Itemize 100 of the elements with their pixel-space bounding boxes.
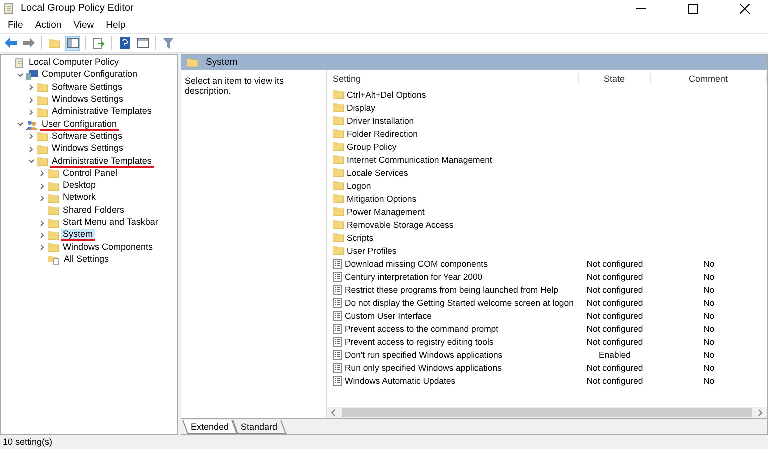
setting-name[interactable]: Restrict these programs from being launched from Help bbox=[345, 284, 558, 294]
view-tab[interactable]: Extended bbox=[182, 420, 238, 434]
setting-name[interactable]: Power Management bbox=[347, 206, 425, 216]
comment-cell: No bbox=[703, 362, 715, 372]
setting-name[interactable]: Ctrl+Alt+Del Options bbox=[347, 90, 426, 100]
settings-icon bbox=[48, 254, 60, 265]
folder-icon bbox=[48, 169, 59, 178]
setting-name[interactable]: Mitigation Options bbox=[347, 194, 417, 204]
setting-name[interactable]: Century interpretation for Year 2000 bbox=[345, 272, 483, 282]
export-button[interactable] bbox=[91, 36, 106, 50]
setting-name[interactable]: Locale Services bbox=[347, 168, 408, 178]
comment-cell: No bbox=[703, 350, 715, 360]
menu-item[interactable]: Help bbox=[100, 20, 132, 30]
tree-item[interactable]: Windows Settings bbox=[50, 94, 126, 106]
expand-chevron-icon[interactable] bbox=[39, 220, 46, 226]
setting-name[interactable]: Display bbox=[347, 102, 376, 112]
menu-item[interactable]: View bbox=[68, 20, 100, 30]
collapse-chevron-icon[interactable] bbox=[17, 72, 24, 79]
horizontal-scrollbar[interactable] bbox=[327, 407, 767, 418]
setting-name[interactable]: Scripts bbox=[347, 232, 374, 242]
expand-chevron-icon[interactable] bbox=[39, 244, 46, 252]
tree-item[interactable]: All Settings bbox=[62, 254, 112, 266]
setting-name[interactable]: Group Policy bbox=[347, 142, 397, 152]
setting-name[interactable]: Windows Automatic Updates bbox=[345, 376, 456, 386]
tree-item[interactable]: Network bbox=[61, 192, 98, 204]
expand-chevron-icon[interactable] bbox=[28, 146, 35, 153]
setting-name[interactable]: Don't run specified Windows applications bbox=[345, 350, 503, 360]
help-button[interactable] bbox=[117, 36, 132, 50]
tree-item[interactable]: Administrative Templates bbox=[50, 156, 154, 168]
expand-chevron-icon[interactable] bbox=[39, 170, 46, 178]
setting-name[interactable]: User Profiles bbox=[347, 246, 397, 256]
expand-chevron-icon[interactable] bbox=[28, 96, 35, 104]
tree-item[interactable]: Administrative Templates bbox=[50, 106, 154, 118]
setting-icon bbox=[333, 310, 342, 320]
pane-title: System bbox=[206, 57, 238, 68]
column-header[interactable]: Comment bbox=[651, 74, 767, 84]
setting-name[interactable]: Folder Redirection bbox=[347, 128, 418, 138]
comment-cell: No bbox=[703, 376, 715, 386]
setting-icon bbox=[333, 258, 342, 268]
folder-icon bbox=[37, 157, 48, 166]
folder-icon bbox=[48, 182, 59, 191]
folder-icon bbox=[333, 181, 344, 190]
tree-item[interactable]: Computer Configuration bbox=[40, 69, 140, 82]
folder-icon bbox=[333, 142, 344, 151]
filter-button[interactable] bbox=[161, 36, 176, 50]
setting-name[interactable]: Do not display the Getting Started welcome screen at logon bbox=[345, 298, 574, 308]
setting-name[interactable]: Driver Installation bbox=[347, 116, 414, 126]
maximize-icon bbox=[688, 4, 698, 14]
setting-icon bbox=[333, 284, 342, 294]
scroll-left-icon[interactable] bbox=[330, 408, 336, 416]
comment-cell: No bbox=[703, 284, 715, 294]
expand-chevron-icon[interactable] bbox=[39, 194, 46, 202]
collapse-chevron-icon[interactable] bbox=[17, 121, 24, 128]
tree-item[interactable]: Shared Folders bbox=[61, 204, 127, 217]
expand-chevron-icon[interactable] bbox=[39, 232, 46, 239]
view-tab[interactable]: Standard bbox=[232, 420, 286, 434]
state-cell: Not configured bbox=[586, 284, 644, 294]
setting-name[interactable]: Run only specified Windows applications bbox=[345, 362, 502, 372]
state-cell: Enabled bbox=[599, 350, 631, 360]
folder-icon bbox=[333, 155, 344, 164]
tree-item[interactable]: Local Computer Policy bbox=[27, 57, 122, 70]
setting-icon bbox=[333, 362, 342, 372]
tree-item[interactable]: Windows Settings bbox=[50, 143, 126, 156]
setting-name[interactable]: Download missing COM components bbox=[345, 258, 488, 268]
tree-item[interactable]: Windows Components bbox=[61, 242, 156, 254]
tree-item[interactable]: User Configuration bbox=[40, 118, 120, 131]
tree-item[interactable]: Software Settings bbox=[50, 130, 125, 143]
expand-chevron-icon[interactable] bbox=[39, 182, 46, 190]
state-cell: Not configured bbox=[586, 272, 644, 282]
column-header[interactable]: State bbox=[579, 74, 651, 84]
menu-item[interactable]: File bbox=[2, 20, 30, 30]
folder-icon bbox=[48, 194, 59, 203]
forward-button[interactable] bbox=[21, 36, 36, 50]
column-header[interactable]: Setting bbox=[333, 74, 579, 84]
view-button[interactable] bbox=[135, 36, 150, 50]
app-icon bbox=[4, 2, 15, 14]
collapse-chevron-icon[interactable] bbox=[28, 158, 35, 166]
folder-icon bbox=[48, 218, 59, 228]
back-button[interactable] bbox=[3, 36, 18, 50]
expand-chevron-icon[interactable] bbox=[28, 133, 35, 140]
tree-item[interactable]: Control Panel bbox=[61, 168, 120, 180]
expand-chevron-icon[interactable] bbox=[28, 84, 35, 92]
setting-name[interactable]: Internet Communication Management bbox=[347, 154, 492, 164]
close-icon bbox=[740, 4, 750, 14]
expand-chevron-icon[interactable] bbox=[28, 108, 35, 116]
setting-name[interactable]: Custom User Interface bbox=[345, 310, 432, 320]
tree-item[interactable]: System bbox=[61, 229, 96, 242]
setting-name[interactable]: Prevent access to the command prompt bbox=[345, 324, 499, 334]
folder-icon bbox=[48, 206, 59, 216]
menu-item[interactable]: Action bbox=[29, 20, 68, 30]
setting-name[interactable]: Prevent access to registry editing tools bbox=[345, 336, 494, 346]
tree-item[interactable]: Desktop bbox=[61, 180, 98, 192]
tree-toggle-button[interactable] bbox=[65, 36, 80, 50]
tree-item[interactable]: Software Settings bbox=[50, 82, 125, 94]
setting-name[interactable]: Logon bbox=[347, 180, 372, 190]
scroll-right-icon[interactable] bbox=[758, 408, 764, 416]
tree-item[interactable]: Start Menu and Taskbar bbox=[61, 217, 160, 229]
folder-icon bbox=[333, 246, 344, 255]
setting-name[interactable]: Removable Storage Access bbox=[347, 220, 454, 230]
state-cell: Not configured bbox=[586, 298, 644, 308]
